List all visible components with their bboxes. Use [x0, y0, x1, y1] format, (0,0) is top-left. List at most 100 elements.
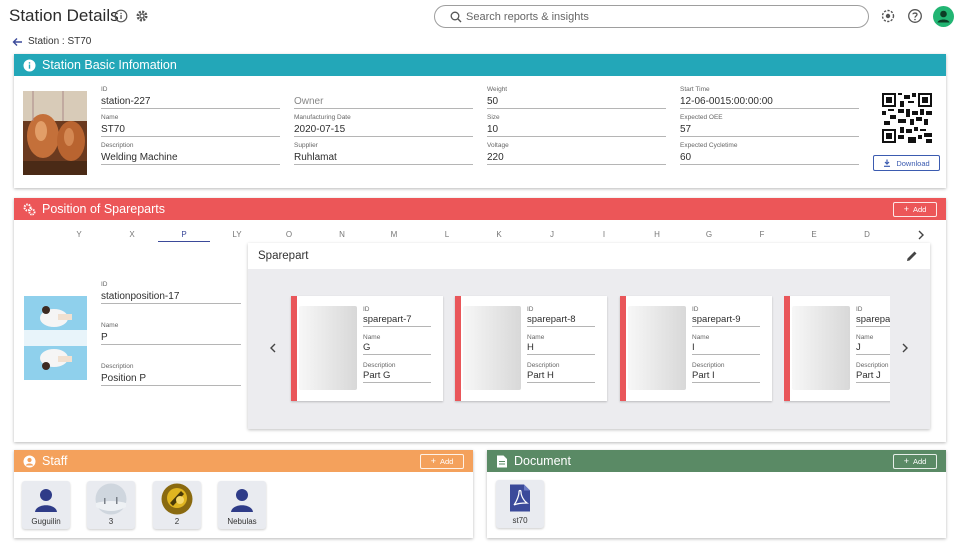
staff-member[interactable]: Nebulas — [218, 481, 266, 529]
top-bar: Station Details — [0, 0, 960, 34]
sparepart-card[interactable]: ID sparepart-8 Name H Description Part H — [455, 296, 607, 401]
staff-title: Staff — [42, 454, 68, 468]
sparepart-card[interactable]: ID sparepart-9 Name I Description Part I — [620, 296, 772, 401]
plus-icon: + — [430, 456, 436, 466]
manufacturing-date-field[interactable]: Manufacturing Date 2020-07-15 — [294, 114, 473, 137]
sparepart-name: Name G — [363, 334, 431, 355]
sparepart-id: ID sparepart-8 — [527, 306, 595, 327]
gears-icon — [23, 203, 36, 215]
position-tabs: Y X P LY O N M L K J I H G F E D — [53, 228, 929, 242]
tab-o[interactable]: O — [263, 230, 315, 239]
back-arrow-icon[interactable] — [12, 37, 23, 47]
sparepart-card-clip: IDsparepart-10 NameJ DescriptionPart J — [784, 269, 890, 429]
download-icon — [884, 159, 891, 167]
snow-photo — [95, 483, 127, 515]
sparepart-image — [628, 306, 686, 390]
station-name-field[interactable]: Name ST70 — [101, 114, 280, 137]
owner-field[interactable]: Owner — [294, 86, 473, 109]
add-document-button[interactable]: + Add — [893, 454, 937, 469]
tab-p[interactable]: P — [158, 230, 210, 242]
expected-oee-field[interactable]: Expected OEE 57 — [680, 114, 859, 137]
staff-member[interactable]: 2 — [153, 481, 201, 529]
station-id-field[interactable]: ID station-227 — [101, 86, 280, 109]
tab-m[interactable]: M — [368, 230, 420, 239]
tab-y[interactable]: Y — [53, 230, 105, 239]
tab-d[interactable]: D — [841, 230, 893, 239]
sparepart-image — [792, 306, 850, 390]
tab-x[interactable]: X — [106, 230, 158, 239]
search-input[interactable] — [466, 9, 856, 25]
tab-j[interactable]: J — [526, 230, 578, 239]
position-photo — [24, 296, 87, 380]
tab-n[interactable]: N — [316, 230, 368, 239]
tab-l[interactable]: L — [421, 230, 473, 239]
document-icon — [497, 455, 507, 467]
gear-icon[interactable] — [135, 9, 149, 23]
search-bar[interactable] — [434, 5, 869, 28]
sparepart-image — [463, 306, 521, 390]
help-icon[interactable] — [907, 8, 923, 24]
sparepart-description: Description Part G — [363, 362, 431, 383]
breadcrumb-label: Station : ST70 — [28, 36, 92, 47]
info-icon — [23, 59, 36, 71]
tab-g[interactable]: G — [683, 230, 735, 239]
voltage-field[interactable]: Voltage 220 — [487, 142, 666, 165]
size-field[interactable]: Size 10 — [487, 114, 666, 137]
sparepart-panel-title: Sparepart — [258, 250, 309, 262]
download-button[interactable]: Download — [873, 155, 940, 171]
supplier-field[interactable]: Supplier Ruhlamat — [294, 142, 473, 165]
tab-k[interactable]: K — [473, 230, 525, 239]
person-icon — [35, 489, 57, 512]
plus-icon: + — [903, 204, 909, 214]
start-time-field[interactable]: Start Time 12-06-0015:00:00:00 — [680, 86, 859, 109]
sparepart-id: ID sparepart-9 — [692, 306, 760, 327]
sparepart-card[interactable]: IDsparepart-10 NameJ DescriptionPart J — [784, 296, 890, 401]
tab-h[interactable]: H — [631, 230, 683, 239]
download-label: Download — [896, 158, 930, 168]
sparepart-panel: Sparepart ID sparepart-7 Name G Descriptio… — [248, 243, 930, 429]
position-name-field[interactable]: Name P — [101, 322, 241, 345]
position-description-field[interactable]: Description Position P — [101, 363, 241, 386]
user-avatar-icon — [937, 10, 950, 23]
qr-code — [882, 93, 932, 143]
sparepart-description: Description Part H — [527, 362, 595, 383]
station-photo — [23, 91, 87, 175]
settings-sync-icon[interactable] — [880, 8, 896, 24]
sparepart-name: Name I — [692, 334, 760, 355]
chevron-right-icon[interactable] — [901, 343, 909, 353]
tab-e[interactable]: E — [788, 230, 840, 239]
search-icon — [450, 11, 462, 23]
weight-field[interactable]: Weight 50 — [487, 86, 666, 109]
person-icon — [231, 489, 253, 512]
add-sparepart-button[interactable]: + Add — [893, 202, 937, 217]
document-file[interactable]: st70 — [496, 480, 544, 528]
user-avatar[interactable] — [933, 6, 954, 27]
tab-ly[interactable]: LY — [211, 230, 263, 239]
expected-cycletime-field[interactable]: Expected Cycletime 60 — [680, 142, 859, 165]
add-staff-button[interactable]: + Add — [420, 454, 464, 469]
document-card: Document + Add — [487, 450, 946, 538]
edit-icon[interactable] — [906, 250, 918, 262]
chevron-left-icon[interactable] — [269, 343, 277, 353]
info-icon[interactable] — [114, 9, 128, 23]
sparepart-description: Description Part I — [692, 362, 760, 383]
page-title: Station Details — [9, 6, 119, 25]
tab-i[interactable]: I — [578, 230, 630, 239]
position-id-field[interactable]: ID stationposition-17 — [101, 281, 241, 304]
staff-member[interactable]: Guguilin — [22, 481, 70, 529]
sparepart-card[interactable]: ID sparepart-7 Name G Description Part G — [291, 296, 443, 401]
spareparts-header: Position of Spareparts — [14, 198, 946, 220]
sparepart-image — [299, 306, 357, 390]
document-title: Document — [514, 454, 571, 468]
tab-f[interactable]: F — [736, 230, 788, 239]
chevron-right-icon[interactable] — [917, 230, 925, 240]
basic-info-title: Station Basic Infomation — [42, 58, 177, 72]
sparepart-carousel: ID sparepart-7 Name G Description Part G ID… — [248, 269, 930, 429]
document-header: Document — [487, 450, 946, 472]
basic-info-header: Station Basic Infomation — [14, 54, 946, 76]
station-description-field[interactable]: Description Welding Machine — [101, 142, 280, 165]
breadcrumb: Station : ST70 — [12, 36, 91, 47]
account-circle-icon — [23, 455, 36, 467]
staff-member[interactable]: 3 — [87, 481, 135, 529]
staff-header: Staff — [14, 450, 473, 472]
